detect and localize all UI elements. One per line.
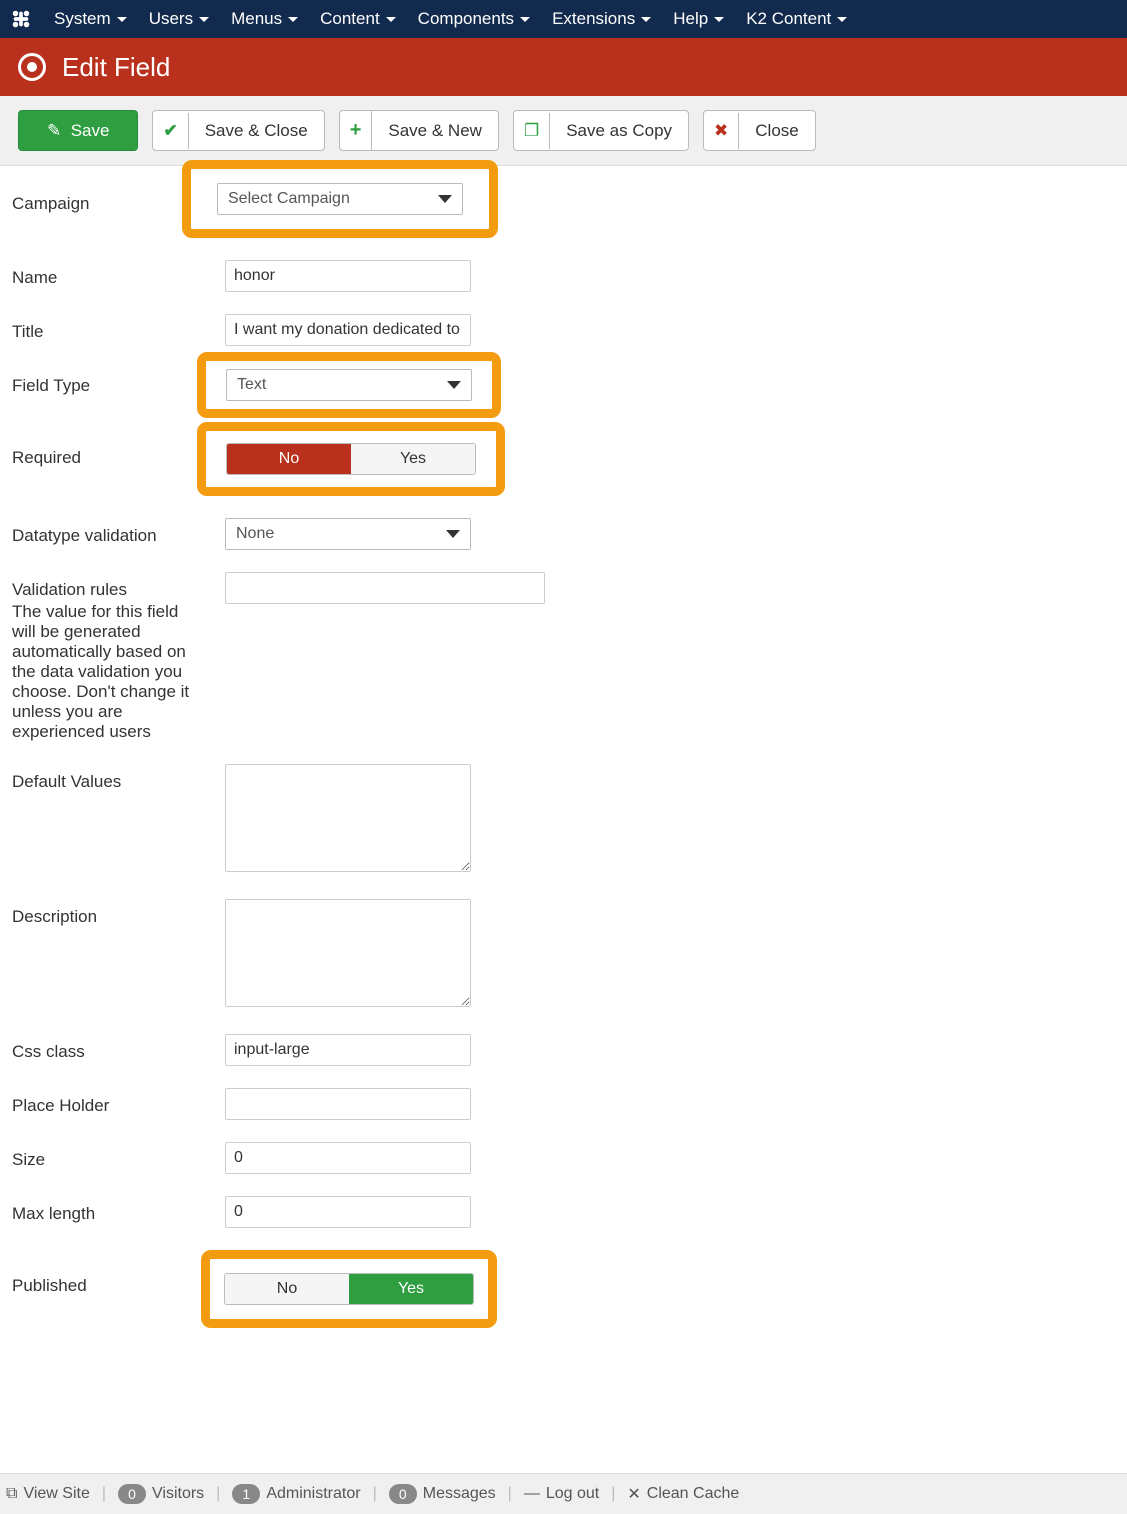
toolbar: ✎ Save ✔ Save & Close + Save & New ❐ Sav… <box>0 96 1127 166</box>
menu-content[interactable]: Content <box>320 9 396 29</box>
clean-cache-link[interactable]: ✕ Clean Cache <box>627 1484 739 1504</box>
max-length-input[interactable] <box>225 1196 471 1228</box>
validation-hint: The value for this field will be generat… <box>12 602 205 742</box>
published-label: Published <box>12 1250 225 1296</box>
save-new-button[interactable]: + Save & New <box>339 110 499 151</box>
external-link-icon: ⧉ <box>6 1485 17 1503</box>
field-type-highlight: Text <box>197 352 501 418</box>
messages-count: 0 <box>389 1484 417 1504</box>
messages-link[interactable]: 0 Messages <box>389 1484 496 1504</box>
visitors-link[interactable]: 0 Visitors <box>118 1484 204 1504</box>
menu-k2content[interactable]: K2 Content <box>746 9 847 29</box>
admin-count: 1 <box>232 1484 260 1504</box>
close-button[interactable]: ✖ Close <box>703 110 816 151</box>
size-label: Size <box>12 1142 225 1170</box>
required-highlight: No Yes <box>197 422 505 496</box>
menu-menus[interactable]: Menus <box>231 9 298 29</box>
page-header: Edit Field <box>0 38 1127 96</box>
description-label: Description <box>12 899 225 927</box>
caret-down-icon <box>386 17 396 22</box>
required-label: Required <box>12 422 225 468</box>
separator: | <box>611 1485 615 1503</box>
field-type-select[interactable]: Text <box>226 369 472 401</box>
joomla-logo-icon[interactable] <box>10 8 32 30</box>
size-input[interactable] <box>225 1142 471 1174</box>
published-highlight: No Yes <box>201 1250 497 1328</box>
chevron-down-icon <box>446 530 460 538</box>
campaign-select[interactable]: Select Campaign <box>217 183 463 215</box>
validation-label: Validation rules <box>12 580 127 599</box>
separator: | <box>102 1485 106 1503</box>
max-length-label: Max length <box>12 1196 225 1224</box>
field-type-label: Field Type <box>12 368 225 396</box>
datatype-select[interactable]: None <box>225 518 471 550</box>
chevron-down-icon <box>447 381 461 389</box>
css-class-input[interactable] <box>225 1034 471 1066</box>
required-no-button[interactable]: No <box>227 444 351 474</box>
name-input[interactable] <box>225 260 471 292</box>
minus-icon: — <box>524 1485 540 1503</box>
placeholder-input[interactable] <box>225 1088 471 1120</box>
title-input[interactable] <box>225 314 471 346</box>
caret-down-icon <box>714 17 724 22</box>
caret-down-icon <box>288 17 298 22</box>
menu-system[interactable]: System <box>54 9 127 29</box>
separator: | <box>508 1485 512 1503</box>
menu-components[interactable]: Components <box>418 9 530 29</box>
menu-users[interactable]: Users <box>149 9 209 29</box>
caret-down-icon <box>520 17 530 22</box>
top-menu: System Users Menus Content Components Ex… <box>0 0 1127 38</box>
form: Campaign Select Campaign Name Title Fiel… <box>0 166 1127 1354</box>
caret-down-icon <box>837 17 847 22</box>
caret-down-icon <box>117 17 127 22</box>
visitors-count: 0 <box>118 1484 146 1504</box>
default-values-label: Default Values <box>12 764 225 792</box>
description-textarea[interactable] <box>225 899 471 1007</box>
save-button[interactable]: ✎ Save <box>18 110 138 151</box>
bolt-icon: ✕ <box>627 1484 640 1504</box>
separator: | <box>373 1485 377 1503</box>
caret-down-icon <box>199 17 209 22</box>
published-yes-button[interactable]: Yes <box>349 1274 473 1304</box>
published-toggle: No Yes <box>224 1273 474 1305</box>
required-toggle: No Yes <box>226 443 476 475</box>
separator: | <box>216 1485 220 1503</box>
pencil-icon: ✎ <box>47 121 61 140</box>
save-copy-button[interactable]: ❐ Save as Copy <box>513 110 689 151</box>
caret-down-icon <box>641 17 651 22</box>
plus-icon: + <box>350 119 362 142</box>
page-title: Edit Field <box>62 52 170 83</box>
cancel-icon: ✖ <box>714 121 728 141</box>
menu-extensions[interactable]: Extensions <box>552 9 651 29</box>
menu-help[interactable]: Help <box>673 9 724 29</box>
save-close-button[interactable]: ✔ Save & Close <box>152 110 324 151</box>
target-icon <box>18 53 46 81</box>
campaign-highlight: Select Campaign <box>182 160 498 238</box>
name-label: Name <box>12 260 225 288</box>
css-class-label: Css class <box>12 1034 225 1062</box>
check-icon: ✔ <box>163 121 177 141</box>
required-yes-button[interactable]: Yes <box>351 444 475 474</box>
default-values-textarea[interactable] <box>225 764 471 872</box>
validation-input[interactable] <box>225 572 545 604</box>
administrator-link[interactable]: 1 Administrator <box>232 1484 360 1504</box>
published-no-button[interactable]: No <box>225 1274 349 1304</box>
copy-icon: ❐ <box>524 121 539 141</box>
chevron-down-icon <box>438 195 452 203</box>
status-bar: ⧉ View Site | 0 Visitors | 1 Administrat… <box>0 1473 1127 1514</box>
datatype-label: Datatype validation <box>12 518 225 546</box>
placeholder-label: Place Holder <box>12 1088 225 1116</box>
logout-link[interactable]: — Log out <box>524 1485 599 1503</box>
view-site-link[interactable]: ⧉ View Site <box>6 1485 90 1503</box>
title-label: Title <box>12 314 225 342</box>
